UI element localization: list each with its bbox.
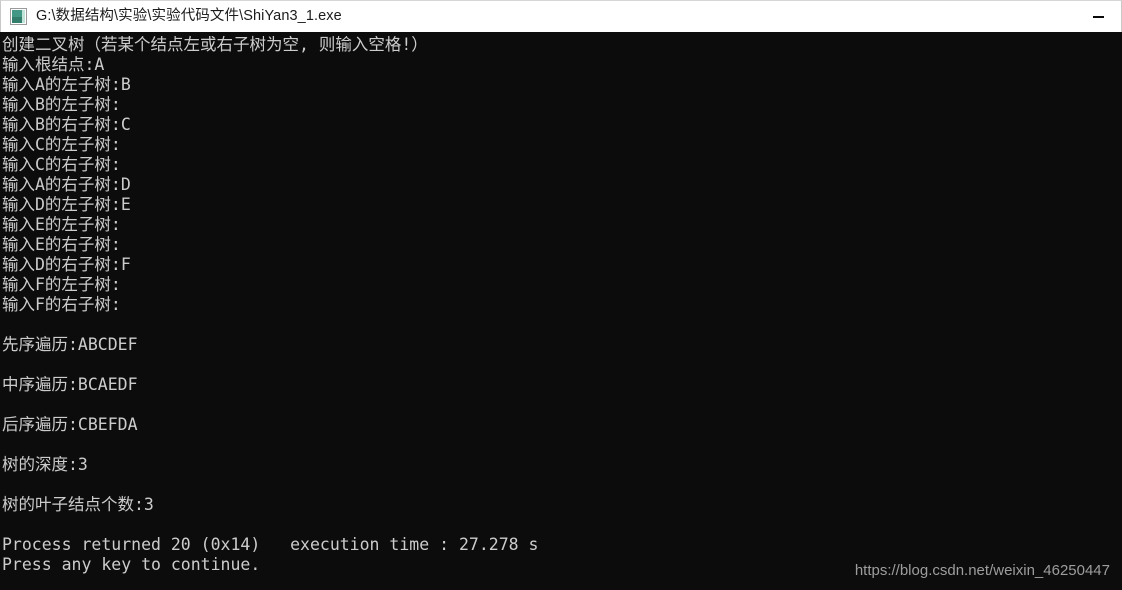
console-window: G:\数据结构\实验\实验代码文件\ShiYan3_1.exe 创建二叉树（若某…	[0, 0, 1122, 590]
console-line: 输入D的右子树:F	[2, 255, 131, 274]
console-line: 输入E的左子树:	[2, 215, 121, 234]
watermark-url: https://blog.csdn.net/weixin_46250447	[854, 562, 1110, 579]
console-line: 输入B的右子树:C	[2, 115, 131, 134]
console-line: 输入A的右子树:D	[2, 175, 131, 194]
console-line: 中序遍历:BCAEDF	[2, 375, 138, 394]
console-line: 树的叶子结点个数:3	[2, 495, 154, 514]
console-line: 输入根结点:A	[2, 55, 105, 74]
window-title-text: G:\数据结构\实验\实验代码文件\ShiYan3_1.exe	[36, 8, 342, 24]
window-controls	[1075, 1, 1121, 32]
console-line: 输入F的左子树:	[2, 275, 121, 294]
window-title-bar[interactable]: G:\数据结构\实验\实验代码文件\ShiYan3_1.exe	[0, 0, 1122, 32]
console-line: Press any key to continue.	[2, 555, 261, 574]
console-line: 创建二叉树（若某个结点左或右子树为空, 则输入空格!）	[2, 35, 428, 54]
console-line: 先序遍历:ABCDEF	[2, 335, 138, 354]
console-line: 后序遍历:CBEFDA	[2, 415, 138, 434]
console-line: 输入F的右子树:	[2, 295, 121, 314]
minimize-button[interactable]	[1075, 1, 1121, 32]
console-line: Process returned 20 (0x14) execution tim…	[2, 535, 539, 554]
console-line: 输入E的右子树:	[2, 235, 121, 254]
console-text-block: 创建二叉树（若某个结点左或右子树为空, 则输入空格!） 输入根结点:A 输入A的左子…	[0, 32, 538, 575]
console-line: 输入C的左子树:	[2, 135, 121, 154]
minimize-icon	[1092, 15, 1104, 18]
console-line: 输入A的左子树:B	[2, 75, 131, 94]
console-line: 输入D的左子树:E	[2, 195, 131, 214]
console-output-surface[interactable]: 创建二叉树（若某个结点左或右子树为空, 则输入空格!） 输入根结点:A 输入A的左子…	[0, 32, 1122, 590]
console-line: 输入C的右子树:	[2, 155, 121, 174]
console-app-icon	[10, 8, 27, 25]
console-line: 树的深度:3	[2, 455, 88, 474]
console-line: 输入B的左子树:	[2, 95, 121, 114]
